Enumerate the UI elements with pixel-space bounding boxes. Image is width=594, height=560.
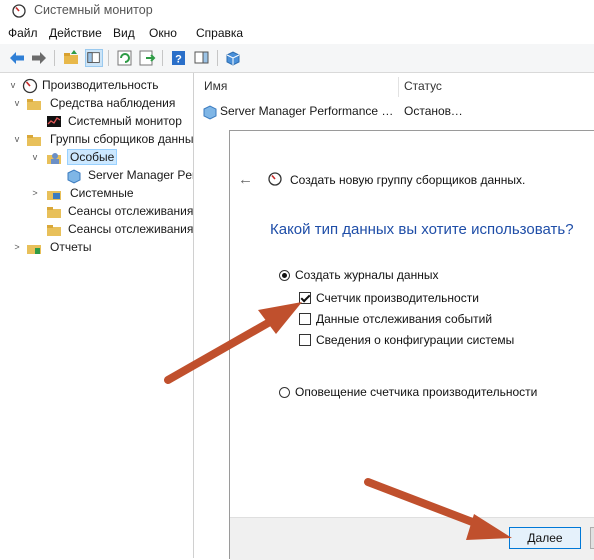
expand-chevron-icon[interactable]: > xyxy=(12,242,22,252)
expand-chevron-icon[interactable]: v xyxy=(30,152,40,162)
checkbox-sys-config-label[interactable]: Сведения о конфигурации системы xyxy=(316,333,514,347)
tree-label: Системный монитор xyxy=(68,114,182,128)
forward-arrow-icon[interactable] xyxy=(30,49,48,67)
list-item-name: Server Manager Performance Monitor xyxy=(220,104,396,118)
folder-icon xyxy=(27,135,41,146)
expand-chevron-icon[interactable]: v xyxy=(12,98,22,108)
list-item-status: Остановлено xyxy=(404,104,464,118)
expand-chevron-icon[interactable]: v xyxy=(8,80,18,90)
collector-set-icon xyxy=(203,105,217,120)
tree-label: Сеансы отслеживания событий xyxy=(68,204,194,218)
menu-action[interactable]: Действие xyxy=(49,26,102,40)
back-arrow-icon[interactable] xyxy=(8,49,26,67)
collector-set-icon xyxy=(67,169,81,184)
wizard-title: Создать новую группу сборщиков данных. xyxy=(290,173,526,187)
system-folder-icon xyxy=(47,191,61,200)
refresh-icon[interactable] xyxy=(116,49,134,67)
reports-folder-icon xyxy=(27,245,41,254)
column-header-name[interactable]: Имя xyxy=(204,79,227,93)
tree-label: Отчеты xyxy=(50,240,92,254)
menu-bar: Файл Действие Вид Окно Справка xyxy=(0,22,594,44)
show-hide-tree-icon[interactable] xyxy=(85,49,103,67)
user-folder-icon xyxy=(47,153,61,164)
folder-icon xyxy=(47,207,61,218)
export-list-icon[interactable] xyxy=(138,49,156,67)
next-button[interactable]: Далее xyxy=(509,527,581,549)
title-bar: Системный монитор xyxy=(0,0,594,22)
svg-text:?: ? xyxy=(175,54,182,66)
tree-label: Особые xyxy=(66,149,118,165)
folder-icon xyxy=(47,225,61,236)
radio-create-logs[interactable] xyxy=(279,270,290,281)
folder-icon xyxy=(27,99,41,110)
cancel-button-partial[interactable] xyxy=(590,527,594,549)
tree-label: Производительность xyxy=(42,78,159,92)
new-window-icon[interactable] xyxy=(224,49,242,67)
checkbox-perf-counter-label[interactable]: Счетчик производительности xyxy=(316,291,479,305)
back-arrow-icon[interactable]: ← xyxy=(238,171,253,188)
show-hide-action-pane-icon[interactable] xyxy=(193,49,211,67)
tree-label: Server Manager Performance Monitor xyxy=(88,168,193,182)
window-title: Системный монитор xyxy=(34,3,153,17)
performance-monitor-icon xyxy=(268,172,282,186)
expand-chevron-icon[interactable]: v xyxy=(12,134,22,144)
performance-monitor-icon xyxy=(12,4,26,18)
column-header-status[interactable]: Статус xyxy=(404,79,442,93)
wizard-question: Какой тип данных вы хотите использовать? xyxy=(270,221,574,238)
help-icon[interactable]: ? xyxy=(170,49,188,67)
checkbox-event-trace-label[interactable]: Данные отслеживания событий xyxy=(316,312,492,326)
chart-monitor-icon xyxy=(47,116,61,127)
tree-label: Сеансы отслеживания событий запуска xyxy=(68,222,194,236)
toolbar: ? xyxy=(0,44,594,73)
checkbox-perf-counter[interactable] xyxy=(299,292,311,304)
create-collector-set-wizard: ← Создать новую группу сборщиков данных.… xyxy=(229,130,594,560)
checkbox-sys-config[interactable] xyxy=(299,334,311,346)
menu-window[interactable]: Окно xyxy=(149,26,177,40)
menu-file[interactable]: Файл xyxy=(8,26,38,40)
tree-label: Группы сборщиков данных xyxy=(50,132,194,146)
expand-chevron-icon[interactable]: > xyxy=(30,188,40,198)
checkbox-event-trace[interactable] xyxy=(299,313,311,325)
radio-perf-alert[interactable] xyxy=(279,387,290,398)
up-folder-icon[interactable] xyxy=(62,49,80,67)
menu-help[interactable]: Справка xyxy=(196,26,243,40)
performance-monitor-icon xyxy=(22,78,38,94)
navigation-tree: v Производительность v Средства наблюден… xyxy=(0,73,194,558)
tree-label: Средства наблюдения xyxy=(50,96,176,110)
tree-label: Системные xyxy=(70,186,134,200)
radio-create-logs-label[interactable]: Создать журналы данных xyxy=(295,268,438,282)
menu-view[interactable]: Вид xyxy=(113,26,135,40)
radio-perf-alert-label[interactable]: Оповещение счетчика производительности xyxy=(295,385,537,399)
